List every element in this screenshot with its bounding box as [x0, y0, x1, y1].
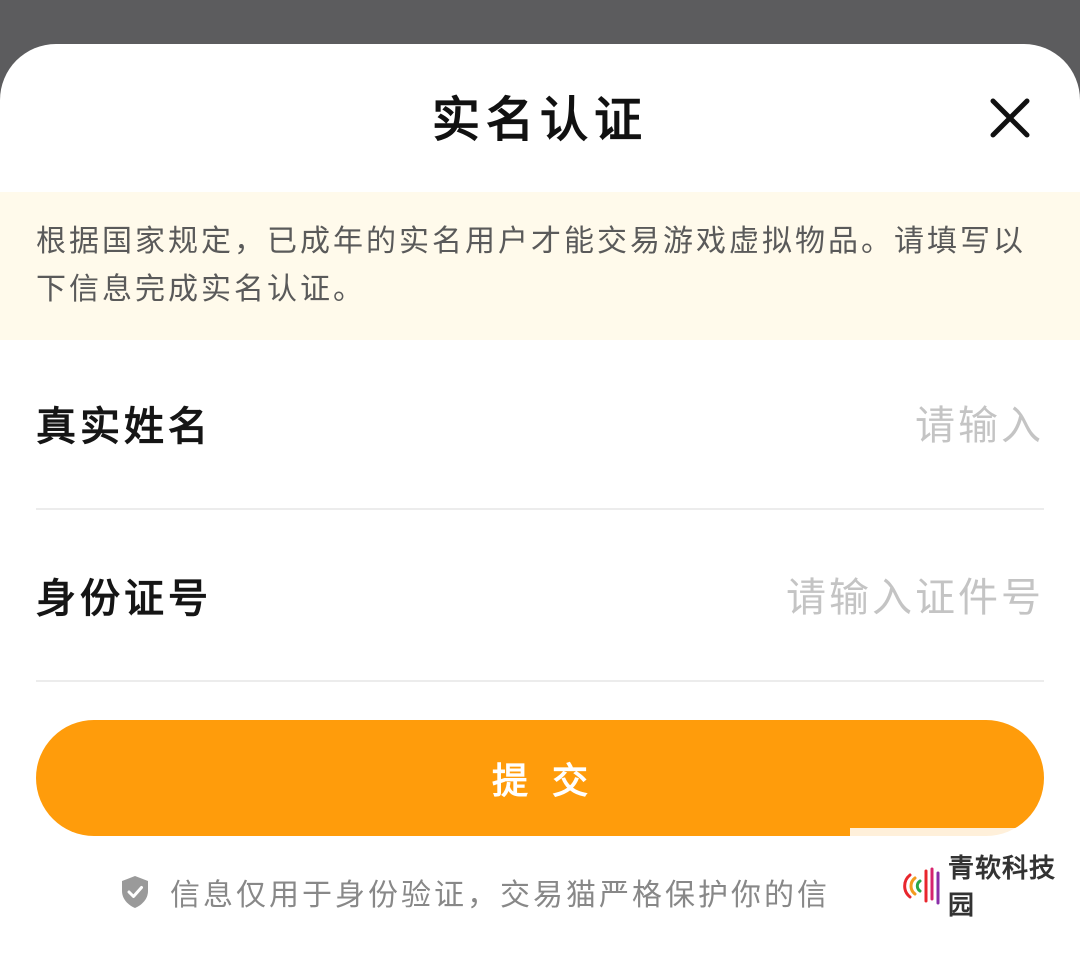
- privacy-note: 信息仅用于身份验证，交易猫严格保护你的信: [120, 870, 880, 914]
- real-name-label: 真实姓名: [36, 404, 212, 450]
- id-number-label: 身份证号: [36, 576, 212, 622]
- watermark-logo-icon: [902, 863, 946, 907]
- real-name-row: 真实姓名: [36, 340, 1044, 510]
- notice-text: 根据国家规定，已成年的实名用户才能交易游戏虚拟物品。请填写以下信息完成实名认证。: [36, 224, 1026, 307]
- notice-banner: 根据国家规定，已成年的实名用户才能交易游戏虚拟物品。请填写以下信息完成实名认证。: [0, 192, 1080, 340]
- real-name-input[interactable]: [524, 398, 1044, 454]
- close-icon: [990, 98, 1030, 138]
- dialog-title: 实名认证: [431, 92, 648, 148]
- id-number-input[interactable]: [524, 570, 1044, 626]
- watermark-text: 青软科技园: [948, 854, 1057, 921]
- watermark: 青软科技园: [880, 854, 1080, 921]
- close-button[interactable]: [986, 94, 1034, 142]
- privacy-text: 信息仅用于身份验证，交易猫严格保护你的信: [170, 878, 830, 913]
- id-number-row: 身份证号: [36, 512, 1044, 682]
- realname-dialog: 实名认证 根据国家规定，已成年的实名用户才能交易游戏虚拟物品。请填写以下信息完成…: [0, 44, 1080, 954]
- submit-button[interactable]: 提交: [36, 720, 1044, 836]
- shield-check-icon: [120, 875, 150, 909]
